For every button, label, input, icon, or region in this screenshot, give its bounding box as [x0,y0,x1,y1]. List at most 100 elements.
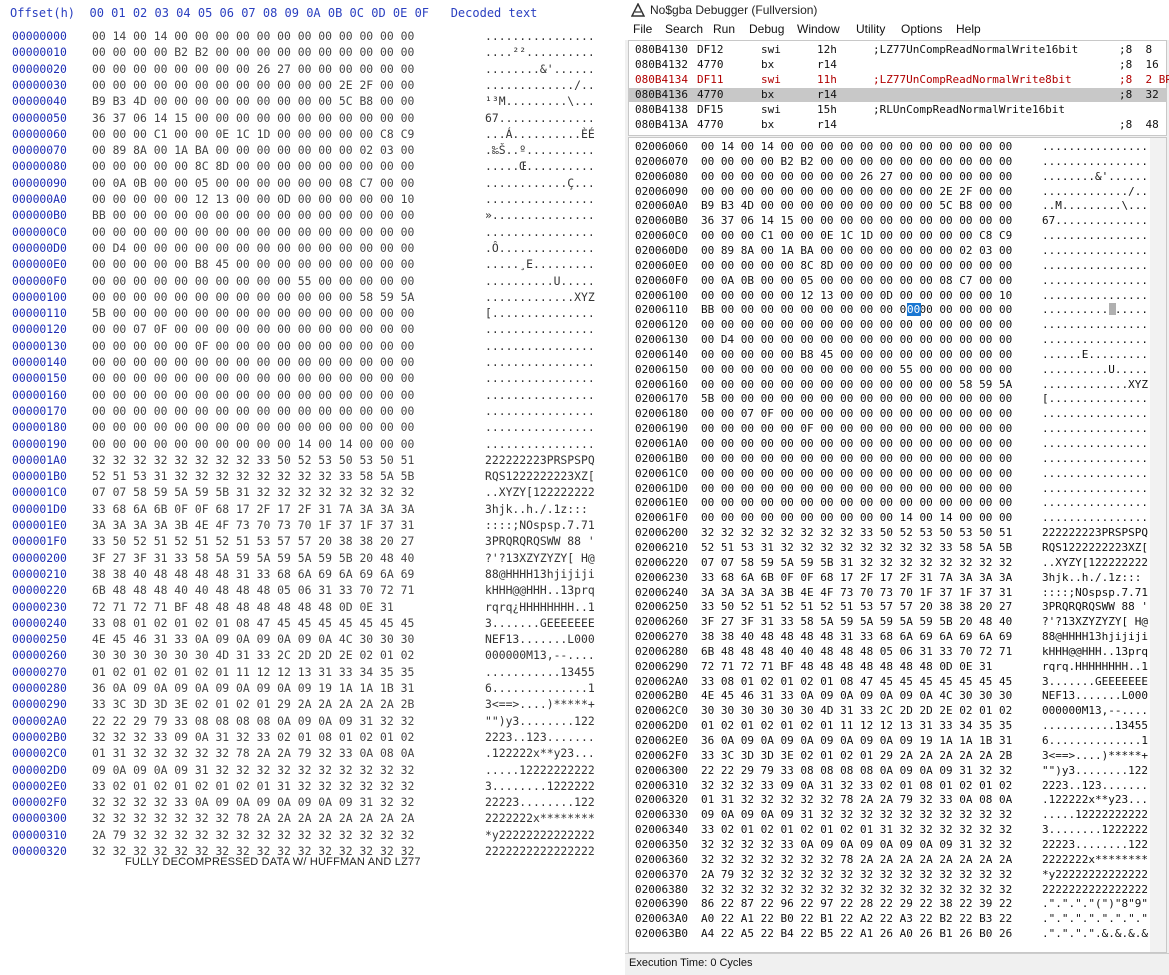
row-offset: 00000020 [12,61,67,76]
row-offset: 00000150 [12,371,67,386]
row-decoded-text: ........&'...... [485,61,595,76]
row-offset: 00000220 [12,583,67,598]
instr-cycles: ;8 8 [1119,43,1153,56]
row-decoded-text: rqrq¿HHHHHHHH..1 [485,599,595,614]
memory-ascii: ......E......... [1042,347,1148,361]
instr-operand: 11h [817,73,837,86]
row-hex-bytes: 00 00 00 00 00 00 00 00 00 00 00 00 00 0… [92,403,415,418]
memory-address: 02006310 [635,778,688,792]
memory-address: 02006360 [635,852,688,866]
memory-address: 020063A0 [635,912,688,926]
menu-help[interactable]: Help [956,22,981,36]
row-offset: 000000B0 [12,208,67,223]
memory-view[interactable]: 02006060 00 14 00 14 00 00 00 00 00 00 00… [628,137,1167,953]
row-hex-bytes: 00 00 00 C1 00 00 0E 1C 1D 00 00 00 00 0… [92,126,415,141]
row-offset: 000001E0 [12,518,67,532]
row-decoded-text: ................ [485,322,595,337]
instr-address: 080B4134 [635,73,688,86]
memory-hex-bytes: 32 32 32 32 32 32 32 32 33 50 52 53 50 5… [701,526,1013,540]
row-decoded-text: ?'?13XZYZYZY[ H@ [485,550,595,565]
status-text: Execution Time: 0 Cycles [629,957,753,969]
menu-options[interactable]: Options [901,22,942,36]
row-decoded-text: ............Ç... [485,175,595,190]
row-offset: 00000080 [12,159,67,174]
row-decoded-text: 67.............. [485,110,595,125]
row-offset: 00000170 [12,403,67,418]
row-hex-bytes: 52 51 53 31 32 32 32 32 32 32 32 32 33 5… [92,469,415,484]
menu-run[interactable]: Run [713,22,735,36]
row-decoded-text: 6..............1 [485,681,595,695]
disasm-row[interactable]: 080B4130 DF12 swi 12h ;LZ77UnCompReadNormalW… [629,43,1166,57]
memory-hex-bytes: 4E 45 46 31 33 0A 09 0A 09 0A 09 0A 4C 3… [701,689,1013,703]
disasm-row[interactable]: 080B4134 DF11 swi 11h ;LZ77UnCompReadNormalW… [629,73,1169,87]
memory-ascii: ................ [1042,437,1148,450]
memory-ascii: ................ [1042,273,1148,287]
memory-ascii: 22223........122 [1042,837,1148,851]
memory-address: 020063B0 [635,927,688,941]
menu-utility[interactable]: Utility [856,22,885,36]
memory-ascii: ................ [1042,154,1148,168]
memory-ascii: 6..............1 [1042,734,1148,747]
memory-address: 020061B0 [635,451,688,465]
row-offset: 00000320 [12,844,67,858]
menu-debug[interactable]: Debug [749,22,784,36]
memory-hex-bytes: 3A 3A 3A 3A 3B 4E 4F 73 70 73 70 1F 37 1… [701,585,1013,599]
memory-address: 02006170 [635,392,688,406]
row-decoded-text: 3hjk..h./.1z::: [485,501,588,516]
memory-ascii: .122222x**y23... [1042,793,1148,807]
memory-ascii: ................ [1042,258,1148,272]
memory-address: 02006200 [635,526,688,540]
row-hex-bytes: 22 22 29 79 33 08 08 08 08 0A 09 0A 09 3… [92,713,415,728]
disasm-row[interactable]: 080B4136 4770 bx r14 ;8 32 [629,88,1166,102]
row-hex-bytes: 00 00 00 00 00 00 00 00 00 00 14 00 14 0… [92,436,415,451]
row-hex-bytes: 00 89 8A 00 1A BA 00 00 00 00 00 00 00 0… [92,143,415,158]
menu-search[interactable]: Search [665,22,703,36]
memory-hex-bytes: 33 50 52 51 52 51 52 51 53 57 57 20 38 3… [701,600,1013,614]
row-hex-bytes: 6B 48 48 48 40 40 48 48 48 05 06 31 33 7… [92,583,415,598]
disassembly-view[interactable]: 080B4130 DF12 swi 12h ;LZ77UnCompReadNormalW… [628,40,1169,136]
memory-address: 02006240 [635,585,688,599]
row-hex-bytes: 00 00 00 00 00 00 00 00 00 00 00 00 00 5… [92,289,415,304]
row-hex-bytes: 00 00 00 00 00 00 00 00 00 00 00 00 00 0… [92,355,415,369]
row-hex-bytes: 36 37 06 14 15 00 00 00 00 00 00 00 00 0… [92,110,415,125]
instr-cycles: ;8 16 [1119,58,1159,71]
memory-cursor[interactable]: 00 [907,303,921,317]
row-offset: 00000130 [12,338,67,353]
memory-address: 02006300 [635,763,688,777]
memory-ascii: 3PRQRQRQSWW 88 ' [1042,600,1148,614]
row-hex-bytes: 00 00 00 00 00 00 00 00 00 00 00 00 00 0… [92,420,415,435]
memory-ascii: ................ [1042,511,1148,525]
memory-address: 02006370 [635,867,688,881]
memory-address: 02006160 [635,377,688,391]
row-decoded-text: »............... [485,208,595,223]
row-hex-bytes: 00 00 00 00 00 00 00 00 00 00 00 00 2E 2… [92,77,415,92]
row-offset: 00000140 [12,355,67,369]
row-hex-bytes: 00 00 00 00 B2 B2 00 00 00 00 00 00 00 0… [92,45,415,60]
row-hex-bytes: BB 00 00 00 00 00 00 00 00 00 00 00 00 0… [92,208,415,223]
row-hex-bytes: 01 02 01 02 01 02 01 11 12 12 13 31 33 3… [92,664,415,679]
menu-window[interactable]: Window [797,22,840,36]
disasm-row[interactable]: 080B4132 4770 bx r14 ;8 16 [629,58,1166,72]
memory-address: 02006250 [635,600,688,614]
row-offset: 00000280 [12,681,67,695]
disasm-row[interactable]: 080B4138 DF15 swi 15h ;RLUnCompReadNormalWri… [629,103,1166,117]
debugger-window: No$gba Debugger (Fullversion) File Search… [625,0,1169,975]
hex-editor-pane: Offset(h) 00 01 02 03 04 05 06 07 08 09 … [0,0,620,974]
row-decoded-text: ................ [485,371,595,386]
disasm-row[interactable]: 080B413A 4770 bx r14 ;8 48 [629,118,1166,132]
memory-scrollbar[interactable] [1150,138,1166,952]
memory-hex-bytes: 00 00 00 00 00 0F 00 00 00 00 00 00 00 0… [701,422,1013,436]
memory-ascii: .".".".".&.&.&.& [1042,927,1148,941]
row-offset: 00000210 [12,566,67,581]
memory-ascii: ................ [1042,466,1148,480]
memory-hex-bytes: 00 00 00 00 00 00 00 00 00 00 00 00 00 0… [701,318,1013,332]
memory-hex-bytes: 33 3C 3D 3D 3E 02 01 02 01 29 2A 2A 2A 2… [701,748,1013,762]
memory-hex-bytes: 33 08 01 02 01 02 01 08 47 45 45 45 45 4… [701,674,1013,688]
row-offset: 00000070 [12,143,67,158]
row-decoded-text: ..........U..... [485,273,595,288]
row-hex-bytes: 32 32 32 33 09 0A 31 32 33 02 01 08 01 0… [92,729,415,744]
row-decoded-text: ¹³M.........\... [485,94,595,109]
instr-comment: ;RLUnCompReadNormalWrite16bit [873,103,1066,116]
menu-file[interactable]: File [633,22,652,36]
memory-hex-bytes: 00 D4 00 00 00 00 00 00 00 00 00 00 00 0… [701,333,1013,347]
